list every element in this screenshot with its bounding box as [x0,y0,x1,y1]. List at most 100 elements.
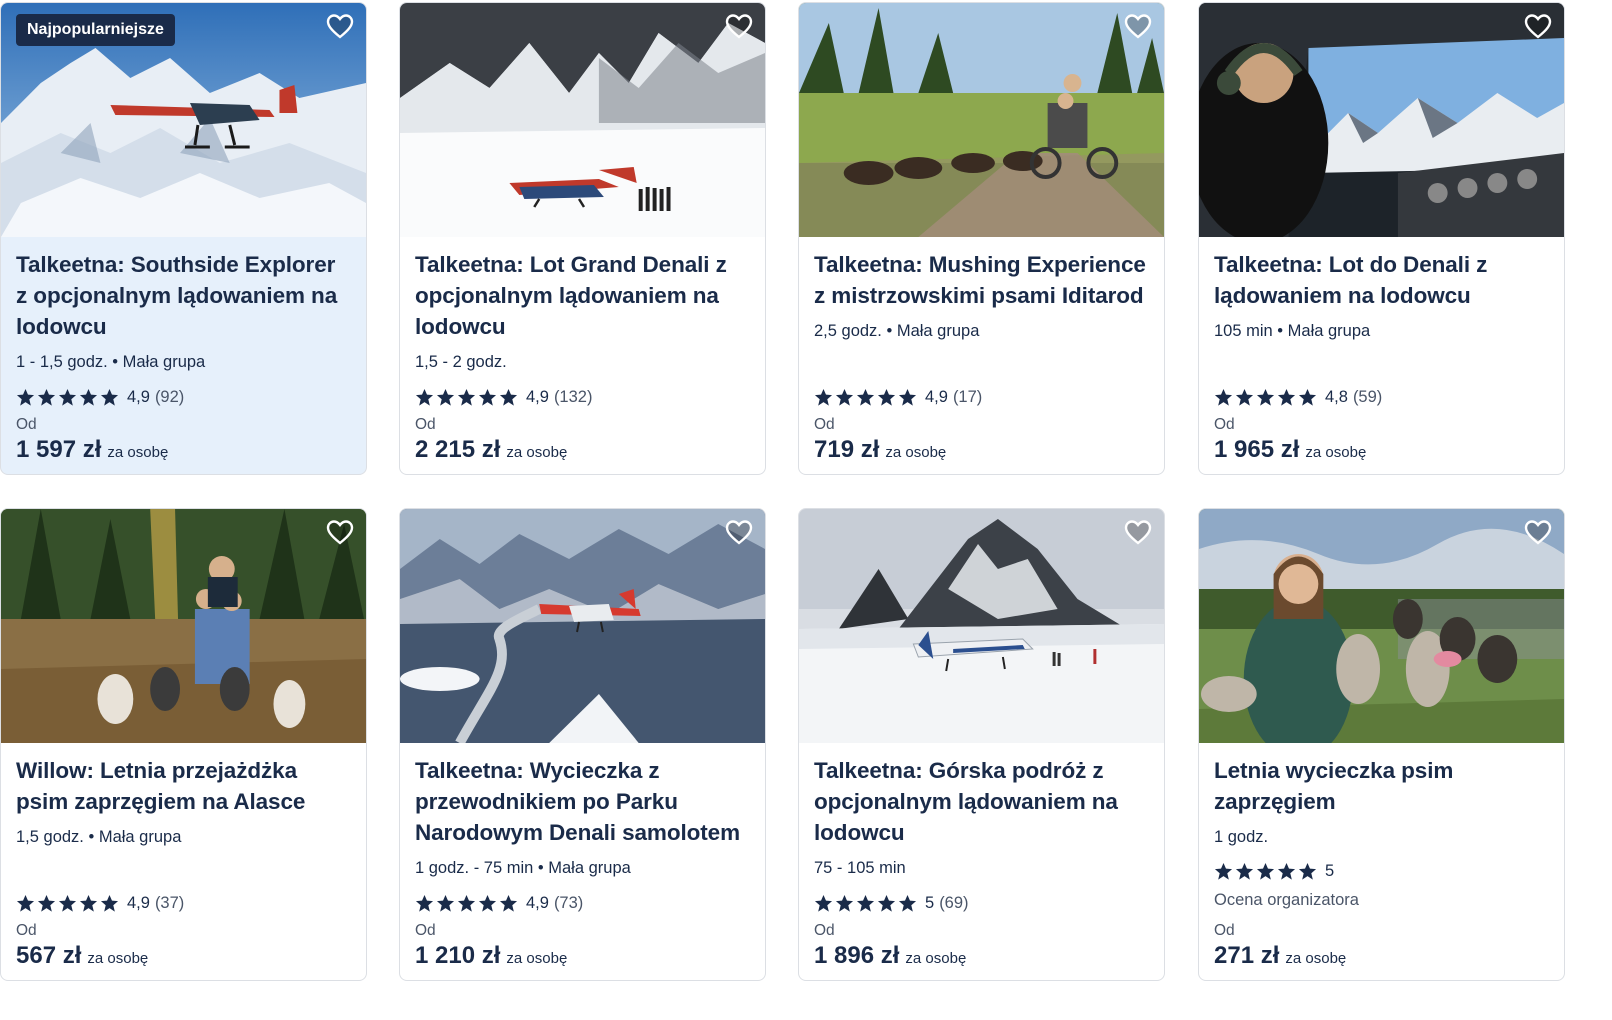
card-rating: 4,9 (73) [415,891,750,915]
card-image [1,509,366,743]
card-duration: 75 - 105 min [814,859,906,877]
wishlist-heart-icon[interactable] [325,12,355,42]
star-rating-icon [1214,388,1317,407]
card-image [799,509,1164,743]
card-title[interactable]: Talkeetna: Mushing Experience z mistrzow… [814,249,1149,311]
activity-card[interactable]: Letnia wycieczka psim zaprzęgiem 1 godz.… [1198,508,1565,981]
card-image [1199,509,1564,743]
card-title[interactable]: Letnia wycieczka psim zaprzęgiem [1214,755,1549,817]
price-amount: 1 965 zł [1214,436,1300,463]
card-duration: 1,5 - 2 godz. [415,353,507,371]
review-count: (73) [553,893,584,912]
card-rating: 4,9 (37) [16,891,351,915]
card-price: 271 zł za osobę [1214,942,1549,970]
rating-value: 4,9 [526,893,549,912]
card-title[interactable]: Talkeetna: Lot Grand Denali z opcjonalny… [415,249,750,342]
review-count: (69) [939,893,969,912]
price-unit: za osobę [506,444,568,461]
activity-card[interactable]: Talkeetna: Górska podróż z opcjonalnym l… [798,508,1165,981]
card-image: Najpopularniejsze [1,3,366,237]
activity-grid: Najpopularniejsze Talkeetna: Southside E… [0,0,1612,1020]
activity-card[interactable]: Najpopularniejsze Talkeetna: Southside E… [0,2,367,475]
activity-card[interactable]: Talkeetna: Lot do Denali z lądowaniem na… [1198,2,1565,475]
card-duration: 105 min • Mała grupa [1214,322,1371,340]
activity-card[interactable]: Talkeetna: Wycieczka z przewodnikiem po … [399,508,766,981]
card-title[interactable]: Talkeetna: Southside Explorer z opcjonal… [16,249,351,342]
price-from-label: Od [415,416,436,433]
rating-value: 4,9 [127,893,150,912]
star-rating-icon [16,388,119,407]
price-unit: za osobę [107,444,169,461]
card-duration: 2,5 godz. • Mała grupa [814,322,980,340]
activity-card[interactable]: Talkeetna: Lot Grand Denali z opcjonalny… [399,2,766,475]
price-amount: 271 zł [1214,942,1280,969]
card-price: 567 zł za osobę [16,942,351,970]
price-amount: 2 215 zł [415,436,501,463]
card-duration: 1,5 godz. • Mała grupa [16,828,182,846]
price-unit: za osobę [885,444,947,461]
card-rating: 4,9 (92) [16,385,351,409]
cockpit-pilot-image [1199,3,1564,237]
star-rating-icon [1214,862,1317,881]
price-from-label: Od [1214,922,1235,939]
card-title[interactable]: Willow: Letnia przejażdżka psim zaprzęgi… [16,755,351,817]
card-title[interactable]: Talkeetna: Lot do Denali z lądowaniem na… [1214,249,1549,311]
star-rating-icon [814,388,917,407]
card-image [1199,3,1564,237]
price-unit: za osobę [506,950,568,967]
organizer-rating-label: Ocena organizatora [1214,891,1359,909]
review-count: (59) [1352,387,1383,406]
rating-value: 4,9 [925,387,948,406]
price-unit: za osobę [1305,444,1367,461]
card-rating: 5 (69) [814,891,1149,915]
price-amount: 1 896 zł [814,942,900,969]
price-from-label: Od [814,416,835,433]
card-price: 2 215 zł za osobę [415,436,750,464]
rating-value: 5 [1325,861,1335,880]
card-price: 1 896 zł za osobę [814,942,1149,970]
rating-value: 4,8 [1325,387,1348,406]
review-count: (37) [154,893,185,912]
price-unit: za osobę [905,950,967,967]
price-from-label: Od [1214,416,1235,433]
star-rating-icon [814,894,917,913]
price-amount: 719 zł [814,436,880,463]
activity-card[interactable]: Willow: Letnia przejażdżka psim zaprzęgi… [0,508,367,981]
price-unit: za osobę [1285,950,1347,967]
card-price: 1 965 zł za osobę [1214,436,1549,464]
card-duration: 1 godz. [1214,828,1269,846]
card-rating: 4,8 (59) [1214,385,1549,409]
card-rating: 4,9 (17) [814,385,1149,409]
card-price: 1 210 zł za osobę [415,942,750,970]
price-from-label: Od [16,416,37,433]
card-price: 1 597 zł za osobę [16,436,351,464]
card-title[interactable]: Talkeetna: Wycieczka z przewodnikiem po … [415,755,750,848]
card-image [400,509,765,743]
wishlist-heart-icon[interactable] [724,12,754,42]
wishlist-heart-icon[interactable] [1123,12,1153,42]
plane-on-glacier-image [400,3,765,237]
price-unit: za osobę [87,950,149,967]
card-title[interactable]: Talkeetna: Górska podróż z opcjonalnym l… [814,755,1149,848]
woman-with-huskies-image [1199,509,1564,743]
plane-over-valley-image [400,509,765,743]
card-image [799,3,1164,237]
activity-card[interactable]: Talkeetna: Mushing Experience z mistrzow… [798,2,1165,475]
card-duration: 1 - 1,5 godz. • Mała grupa [16,353,206,371]
dog-cart-forest-image [799,3,1164,237]
wishlist-heart-icon[interactable] [325,518,355,548]
wishlist-heart-icon[interactable] [724,518,754,548]
dog-sled-autumn-image [1,509,366,743]
wishlist-heart-icon[interactable] [1523,12,1553,42]
wishlist-heart-icon[interactable] [1523,518,1553,548]
star-rating-icon [415,894,518,913]
price-amount: 1 210 zł [415,942,501,969]
wishlist-heart-icon[interactable] [1123,518,1153,548]
review-count: (132) [553,387,593,406]
star-rating-icon [415,388,518,407]
star-rating-icon [16,894,119,913]
rating-value: 5 [925,893,935,912]
card-rating: 5 [1214,859,1549,883]
review-count: (92) [154,387,185,406]
card-rating: 4,9 (132) [415,385,750,409]
